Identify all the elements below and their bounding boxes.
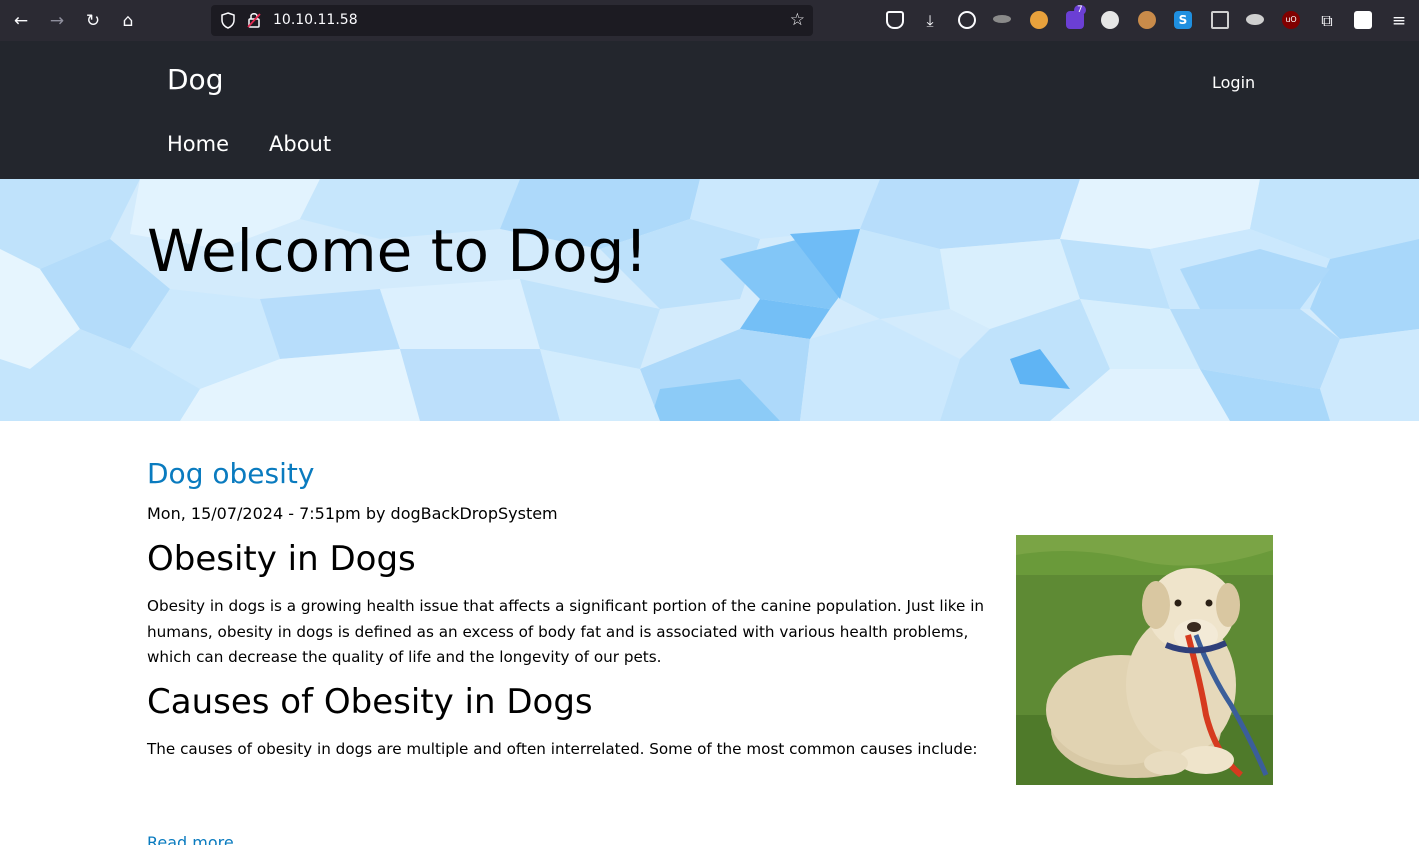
cookie-icon[interactable]	[1138, 11, 1156, 29]
read-more-link[interactable]: Read more	[147, 833, 234, 845]
heading-obesity-in-dogs: Obesity in Dogs	[147, 539, 416, 579]
main-navigation: Home About	[167, 132, 331, 156]
article-title-link[interactable]: Dog obesity	[147, 457, 314, 490]
article-meta: Mon, 15/07/2024 - 7:51pm by dogBackDropS…	[147, 504, 558, 523]
lock-insecure-icon[interactable]	[247, 11, 261, 29]
site-header: Dog Login Home About	[0, 41, 1419, 179]
pocket-icon[interactable]	[886, 11, 904, 29]
forward-arrow-icon[interactable]: →	[44, 8, 70, 34]
mask-icon[interactable]	[1101, 11, 1119, 29]
shield-icon[interactable]	[220, 12, 236, 29]
hero-title: Welcome to Dog!	[147, 217, 648, 285]
paragraph-obesity-intro: Obesity in dogs is a growing health issu…	[147, 597, 985, 666]
s-icon[interactable]: S	[1174, 11, 1192, 29]
menu-icon[interactable]: ≡	[1386, 8, 1412, 34]
ublock-icon[interactable]: uO	[1282, 11, 1300, 29]
download-icon[interactable]: ⤓	[917, 8, 943, 34]
hero-background-pattern	[0, 179, 1419, 421]
bookmark-star-icon[interactable]: ☆	[790, 10, 805, 30]
extension-badge: 7	[1074, 5, 1086, 15]
nav-about-link[interactable]: About	[269, 132, 331, 156]
login-link[interactable]: Login	[1212, 73, 1255, 92]
address-bar[interactable]: 10.10.11.58 ☆	[211, 5, 813, 36]
trash-icon[interactable]	[1211, 11, 1229, 29]
back-arrow-icon[interactable]: ←	[8, 8, 34, 34]
article-image	[1016, 535, 1273, 785]
home-icon[interactable]: ⌂	[115, 8, 141, 34]
site-name-link[interactable]: Dog	[167, 63, 223, 96]
account-icon[interactable]	[958, 11, 976, 29]
dog-photo-illustration	[1016, 535, 1273, 785]
extensions-icon[interactable]: ⧉	[1314, 8, 1340, 34]
url-text[interactable]: 10.10.11.58	[273, 12, 358, 28]
ufo-icon[interactable]	[1246, 14, 1264, 25]
hero-banner: Welcome to Dog!	[0, 179, 1419, 421]
nav-home-link[interactable]: Home	[167, 132, 229, 156]
reload-icon[interactable]: ↻	[80, 8, 106, 34]
puzzle-purple-icon[interactable]: 7	[1066, 5, 1086, 29]
browser-toolbar: ← → ↻ ⌂ 10.10.11.58 ☆ ⤓ 7 S uO ⧉ ≡	[0, 0, 1419, 41]
cookie-jar-icon[interactable]	[1030, 11, 1048, 29]
heading-causes-of-obesity: Causes of Obesity in Dogs	[147, 682, 593, 722]
hat-icon[interactable]	[993, 15, 1011, 23]
paragraph-causes-intro: The causes of obesity in dogs are multip…	[147, 740, 978, 758]
search-ext-icon[interactable]	[1354, 11, 1372, 29]
